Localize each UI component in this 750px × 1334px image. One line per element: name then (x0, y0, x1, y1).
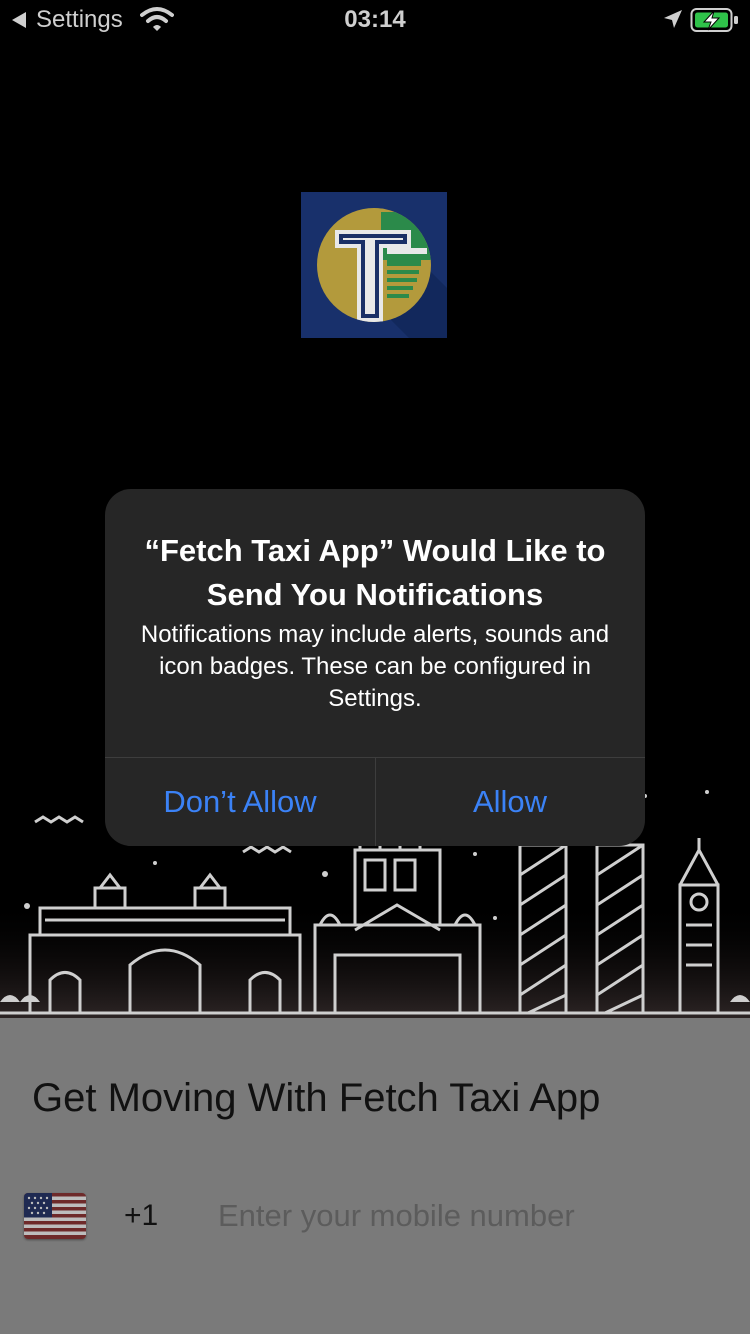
mobile-number-input[interactable] (218, 1193, 718, 1239)
status-time: 03:14 (344, 6, 406, 33)
sheet-title: Get Moving With Fetch Taxi App (32, 1076, 601, 1120)
fetch-taxi-logo-icon (301, 192, 447, 338)
allow-button[interactable]: Allow (375, 757, 645, 846)
status-bar: Settings 03:14 (0, 0, 750, 40)
notification-permission-alert: “Fetch Taxi App” Would Like to Send You … (105, 489, 645, 846)
alert-message: Notifications may include alerts, sounds… (140, 621, 610, 712)
login-sheet: Get Moving With Fetch Taxi App +1 Enter … (0, 1018, 750, 1334)
alert-title: “Fetch Taxi App” Would Like to Send You … (144, 533, 606, 612)
location-arrow-icon (664, 10, 682, 28)
phone-entry-row: +1 (0, 1193, 750, 1243)
country-picker-button[interactable] (24, 1193, 86, 1239)
us-flag-icon (24, 1193, 86, 1239)
dial-code[interactable]: +1 (124, 1199, 158, 1233)
app-logo (301, 192, 447, 338)
battery-charging-icon (690, 8, 738, 32)
dont-allow-button[interactable]: Don’t Allow (105, 757, 375, 846)
